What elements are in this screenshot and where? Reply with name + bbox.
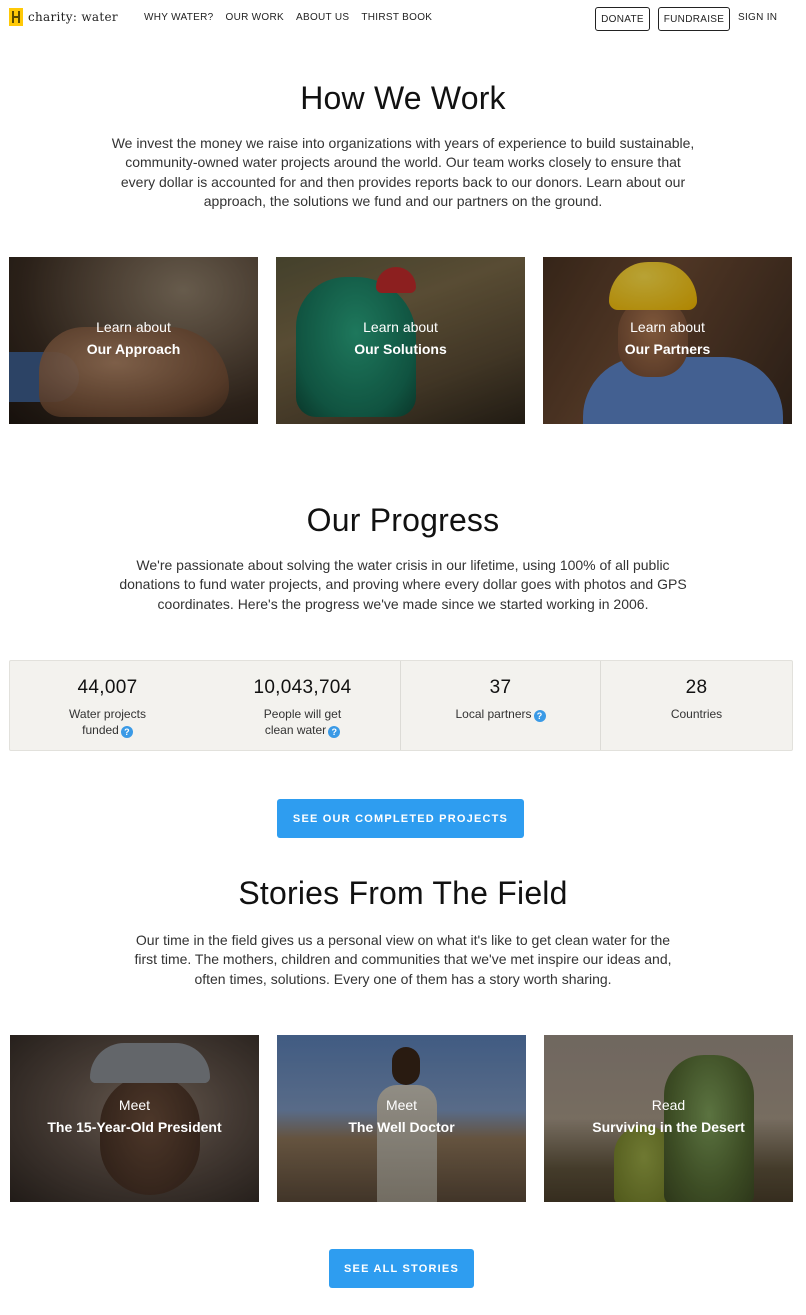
- question-circle-icon[interactable]: ?: [120, 726, 133, 738]
- stories-intro: Our time in the field gives us a persona…: [0, 931, 806, 989]
- question-circle-icon[interactable]: ?: [328, 726, 341, 738]
- intro-line: donations to fund water projects, and pr…: [119, 576, 687, 593]
- card-pre-label: Meet: [385, 1096, 418, 1113]
- stat-label: People will get clean water?: [205, 706, 400, 738]
- fundraise-button[interactable]: FUNDRAISE: [658, 7, 730, 31]
- nav-link-about-us[interactable]: ABOUT US: [296, 12, 349, 23]
- stat-countries: 28 Countries: [601, 661, 792, 750]
- stat-value: 10,043,704: [253, 677, 352, 698]
- card-story-desert[interactable]: Read Surviving in the Desert: [544, 1035, 793, 1202]
- card-pre-label: Read: [651, 1096, 686, 1113]
- stat-water-projects: 44,007 Water projects funded?: [10, 661, 205, 750]
- stat-value: 37: [489, 677, 512, 698]
- card-story-president[interactable]: Meet The 15-Year-Old President: [10, 1035, 259, 1202]
- card-pre-label: Learn about: [363, 318, 438, 335]
- jerrycan-logo-icon: [9, 8, 23, 26]
- stat-label-line: funded: [82, 723, 119, 737]
- stat-label: Local partners?: [401, 706, 600, 722]
- logo[interactable]: charity: water: [9, 8, 118, 26]
- intro-line: often times, solutions. Every one of the…: [194, 970, 612, 987]
- nav-links: WHY WATER? OUR WORK ABOUT US THIRST BOOK: [144, 12, 444, 23]
- nav-link-our-work[interactable]: OUR WORK: [225, 12, 284, 23]
- card-title: The Well Doctor: [348, 1118, 455, 1135]
- our-progress-title: Our Progress: [306, 502, 500, 538]
- stat-label-line: clean water: [264, 723, 327, 737]
- question-circle-icon[interactable]: ?: [533, 710, 546, 722]
- intro-line: We're passionate about solving the water…: [136, 557, 670, 573]
- card-title: Our Approach: [86, 340, 181, 357]
- card-title: Surviving in the Desert: [592, 1118, 745, 1135]
- nav-link-why-water[interactable]: WHY WATER?: [144, 12, 213, 23]
- donate-button[interactable]: DONATE: [595, 7, 650, 31]
- card-pre-label: Learn about: [96, 318, 171, 335]
- card-pre-label: Meet: [118, 1096, 151, 1113]
- card-title: Our Partners: [624, 340, 711, 357]
- intro-line: first time. The mothers, children and co…: [134, 951, 672, 968]
- stat-label-line: Countries: [670, 707, 723, 721]
- stat-value: 44,007: [77, 677, 138, 698]
- nav-link-thirst-book[interactable]: THIRST BOOK: [361, 12, 432, 23]
- intro-line: community-owned water projects around th…: [125, 154, 681, 171]
- stories-title: Stories From The Field: [238, 875, 568, 911]
- stat-people-clean-water: 10,043,704 People will get clean water?: [205, 661, 400, 750]
- card-our-solutions[interactable]: Learn about Our Solutions: [276, 257, 525, 424]
- intro-line: We invest the money we raise into organi…: [111, 135, 695, 151]
- card-story-well-doctor[interactable]: Meet The Well Doctor: [277, 1035, 526, 1202]
- intro-line: every dollar is accounted for and then p…: [120, 173, 686, 190]
- card-our-partners[interactable]: Learn about Our Partners: [543, 257, 792, 424]
- how-we-work-title: How We Work: [300, 80, 506, 116]
- stat-label: Water projects funded?: [10, 706, 205, 738]
- intro-line: approach, the solutions we fund and our …: [203, 193, 603, 210]
- card-title: The 15-Year-Old President: [47, 1118, 222, 1135]
- stat-label: Countries: [601, 706, 792, 722]
- stat-label-line: People will get: [263, 707, 342, 721]
- intro-line: coordinates. Here's the progress we've m…: [157, 595, 649, 612]
- card-title: Our Solutions: [354, 340, 447, 357]
- stat-label-line: Local partners: [455, 707, 532, 721]
- intro-line: Our time in the field gives us a persona…: [135, 932, 671, 948]
- card-our-approach[interactable]: Learn about Our Approach: [9, 257, 258, 424]
- stat-local-partners: 37 Local partners?: [401, 661, 600, 750]
- see-all-stories-button[interactable]: SEE ALL STORIES: [329, 1249, 474, 1288]
- top-nav: charity: water WHY WATER? OUR WORK ABOUT…: [0, 0, 806, 38]
- how-we-work-intro: We invest the money we raise into organi…: [0, 134, 806, 212]
- card-pre-label: Learn about: [630, 318, 705, 335]
- stat-value: 28: [685, 677, 708, 698]
- logo-text: charity: water: [28, 10, 118, 24]
- our-progress-intro: We're passionate about solving the water…: [0, 556, 806, 614]
- progress-stats: 44,007 Water projects funded? 10,043,704…: [9, 660, 793, 751]
- see-completed-projects-button[interactable]: SEE OUR COMPLETED PROJECTS: [277, 799, 524, 838]
- stat-label-line: Water projects: [69, 707, 146, 721]
- sign-in-link[interactable]: SIGN IN: [738, 12, 777, 23]
